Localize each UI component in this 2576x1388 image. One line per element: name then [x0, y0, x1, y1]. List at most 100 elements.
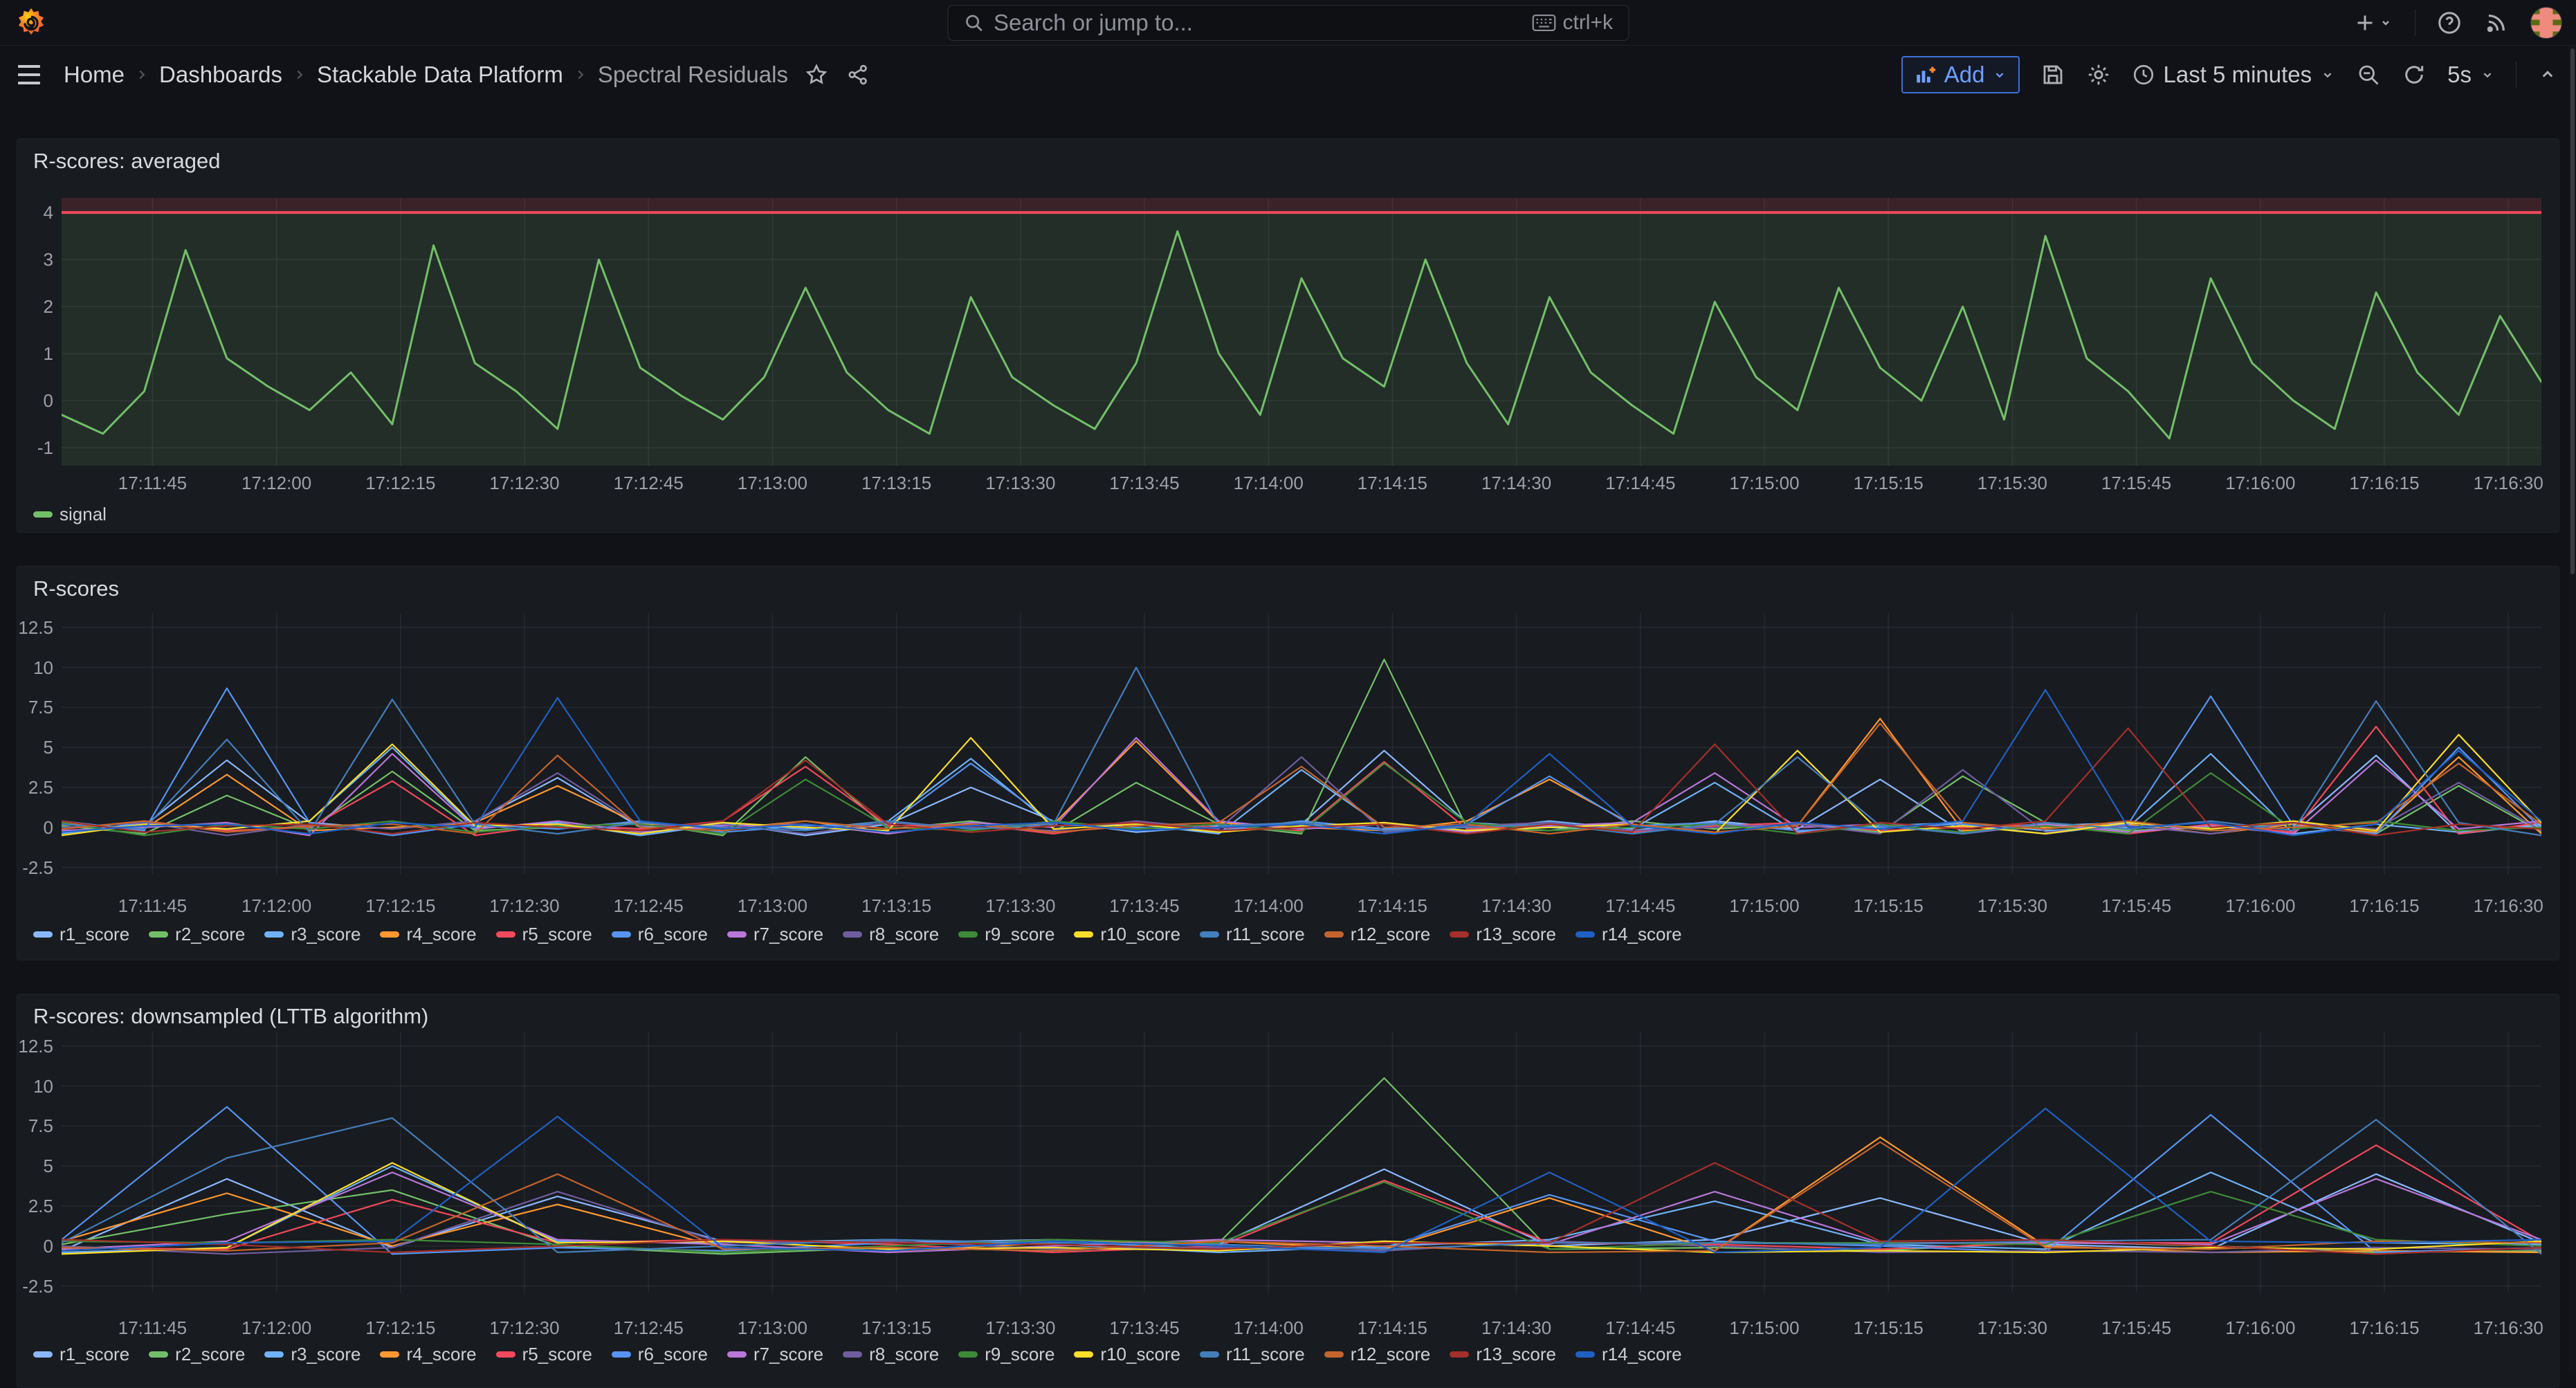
legend-label: r4_score: [406, 1344, 476, 1365]
add-panel-button[interactable]: Add: [1901, 56, 2020, 93]
legend-swatch: [380, 931, 399, 938]
add-label: Add: [1944, 62, 1985, 88]
legend-item-r4_score[interactable]: r4_score: [380, 1344, 476, 1365]
legend-item-r10_score[interactable]: r10_score: [1074, 1344, 1180, 1365]
legend-item-r14_score[interactable]: r14_score: [1575, 1344, 1682, 1365]
legend-item-r8_score[interactable]: r8_score: [843, 1344, 939, 1365]
legend-item-r1_score[interactable]: r1_score: [33, 924, 129, 945]
plot-area[interactable]: [62, 613, 2541, 875]
legend-item-r12_score[interactable]: r12_score: [1324, 924, 1431, 945]
breadcrumb-folder[interactable]: Stackable Data Platform: [317, 62, 563, 88]
time-range-picker[interactable]: Last 5 minutes: [2132, 62, 2336, 88]
menu-toggle-button[interactable]: [18, 65, 40, 84]
legend-item-r3_score[interactable]: r3_score: [264, 924, 360, 945]
legend-item-r1_score[interactable]: r1_score: [33, 1344, 129, 1365]
breadcrumb-home[interactable]: Home: [64, 62, 125, 88]
x-axis-label: 17:16:15: [2332, 1317, 2436, 1339]
zoom-out-time-button[interactable]: [2356, 62, 2381, 87]
legend-label: r1_score: [60, 1344, 129, 1365]
legend-swatch: [1074, 1351, 1093, 1358]
legend-item-r7_score[interactable]: r7_score: [727, 1344, 823, 1365]
x-axis-label: 17:13:30: [969, 895, 1072, 917]
panel-r-scores-downsampled: R-scores: downsampled (LTTB algorithm) 1…: [17, 994, 2559, 1388]
legend-item-r11_score[interactable]: r11_score: [1200, 924, 1305, 945]
legend-item-r6_score[interactable]: r6_score: [612, 924, 708, 945]
legend-item-signal[interactable]: signal: [33, 504, 107, 525]
search-input[interactable]: Search or jump to... ctrl+k: [947, 5, 1629, 41]
legend-item-r7_score[interactable]: r7_score: [727, 924, 823, 945]
x-axis-label: 17:15:30: [1960, 1317, 2064, 1339]
breadcrumb-dashboards[interactable]: Dashboards: [159, 62, 282, 88]
y-axis-label: 10: [17, 1076, 53, 1097]
legend-item-r2_score[interactable]: r2_score: [149, 924, 245, 945]
save-icon: [2040, 62, 2065, 87]
share-dashboard-button[interactable]: [846, 63, 870, 86]
x-axis-label: 17:15:45: [2085, 895, 2189, 917]
news-button[interactable]: [2483, 10, 2510, 36]
legend-swatch: [33, 511, 53, 518]
refresh-interval-picker[interactable]: 5s: [2447, 62, 2495, 88]
plot-area[interactable]: [62, 198, 2541, 466]
legend-label: r6_score: [638, 924, 708, 945]
legend-item-r5_score[interactable]: r5_score: [496, 1344, 592, 1365]
legend-item-r14_score[interactable]: r14_score: [1575, 924, 1682, 945]
legend-item-r8_score[interactable]: r8_score: [843, 924, 939, 945]
save-dashboard-button[interactable]: [2040, 62, 2065, 87]
page-scrollbar[interactable]: [2569, 46, 2576, 1371]
x-axis-label: 17:15:00: [1712, 473, 1816, 494]
legend-swatch: [843, 1351, 862, 1358]
legend-item-r2_score[interactable]: r2_score: [149, 1344, 245, 1365]
legend-item-r10_score[interactable]: r10_score: [1074, 924, 1180, 945]
x-axis-label: 17:14:30: [1465, 473, 1569, 494]
legend-swatch: [958, 1351, 978, 1358]
legend-swatch: [958, 931, 978, 938]
x-axis-label: 17:14:45: [1589, 473, 1692, 494]
legend-item-r11_score[interactable]: r11_score: [1200, 1344, 1305, 1365]
new-dashboard-button[interactable]: [2353, 10, 2394, 35]
legend-swatch: [264, 1351, 284, 1358]
legend-label: r13_score: [1476, 924, 1556, 945]
legend-item-r6_score[interactable]: r6_score: [612, 1344, 708, 1365]
legend-swatch: [1200, 931, 1219, 938]
help-button[interactable]: [2436, 10, 2463, 36]
x-axis-label: 17:12:30: [473, 473, 576, 494]
user-avatar[interactable]: [2530, 7, 2562, 39]
legend-item-r12_score[interactable]: r12_score: [1324, 1344, 1431, 1365]
grafana-logo[interactable]: [15, 7, 47, 39]
legend-item-r5_score[interactable]: r5_score: [496, 924, 592, 945]
refresh-interval-label: 5s: [2447, 62, 2472, 88]
x-axis-label: 17:13:45: [1093, 1317, 1196, 1339]
x-axis-label: 17:14:30: [1465, 895, 1569, 917]
rss-icon: [2483, 10, 2510, 36]
series-line-r6_score: [62, 1107, 2541, 1254]
legend-swatch: [380, 1351, 399, 1358]
legend-label: r10_score: [1100, 924, 1180, 945]
legend-item-r9_score[interactable]: r9_score: [958, 924, 1054, 945]
refresh-button[interactable]: [2402, 62, 2427, 87]
panel-title[interactable]: R-scores: [33, 576, 119, 601]
legend-item-r3_score[interactable]: r3_score: [264, 1344, 360, 1365]
x-axis-label: 17:14:45: [1589, 895, 1692, 917]
x-axis-label: 17:11:45: [100, 473, 204, 494]
legend-swatch: [1324, 931, 1344, 938]
y-axis-label: 12.5: [17, 617, 53, 639]
threshold-region-below: [62, 212, 2541, 466]
legend-item-r13_score[interactable]: r13_score: [1450, 1344, 1556, 1365]
legend-item-r9_score[interactable]: r9_score: [958, 1344, 1054, 1365]
x-axis-label: 17:12:00: [225, 473, 329, 494]
top-navigation-bar: Search or jump to... ctrl+k: [0, 0, 2576, 46]
scrollbar-thumb[interactable]: [2570, 48, 2575, 574]
plot-area[interactable]: [62, 1032, 2541, 1293]
dashboard-toolbar-row: Home Dashboards Stackable Data Platform …: [0, 46, 2576, 104]
legend: signal: [33, 504, 126, 525]
legend-item-r13_score[interactable]: r13_score: [1450, 924, 1556, 945]
dashboard-settings-button[interactable]: [2086, 62, 2111, 87]
legend-label: r13_score: [1476, 1344, 1556, 1365]
legend-label: r2_score: [175, 924, 245, 945]
panel-title[interactable]: R-scores: downsampled (LTTB algorithm): [33, 1004, 428, 1029]
star-icon: [805, 63, 828, 86]
legend-item-r4_score[interactable]: r4_score: [380, 924, 476, 945]
panel-title[interactable]: R-scores: averaged: [33, 149, 221, 174]
favorite-dashboard-button[interactable]: [805, 63, 828, 86]
collapse-toolbar-button[interactable]: [2537, 64, 2558, 85]
